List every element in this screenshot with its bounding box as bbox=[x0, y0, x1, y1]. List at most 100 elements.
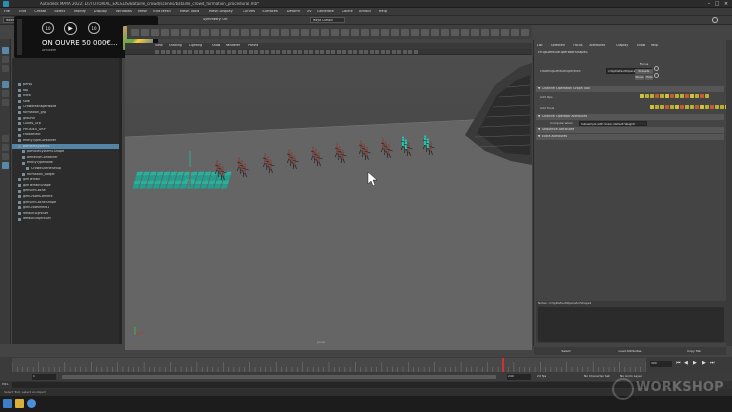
viewport-tool-icon[interactable] bbox=[204, 50, 209, 54]
menu-file[interactable]: File bbox=[4, 10, 10, 14]
viewport-tool-icon[interactable] bbox=[408, 50, 412, 54]
viewport-tool-icon[interactable] bbox=[221, 50, 225, 54]
shelf-tool-icon[interactable] bbox=[251, 29, 259, 36]
shelf-tool-icon[interactable] bbox=[231, 29, 239, 36]
collapse-arrow-icon[interactable]: ▼ bbox=[538, 128, 540, 131]
end-frame-field[interactable]: 240 bbox=[507, 374, 531, 380]
operator-node-icon[interactable] bbox=[640, 94, 644, 98]
shelf-tool-icon[interactable] bbox=[451, 29, 459, 36]
viewport-tool-icon[interactable] bbox=[270, 50, 275, 54]
operator-node-icon[interactable] bbox=[720, 105, 724, 109]
lasso-tool-icon[interactable] bbox=[2, 56, 9, 63]
operator-node-icon[interactable] bbox=[690, 105, 694, 109]
shelf-tool-icon[interactable] bbox=[441, 29, 449, 36]
menu-curves[interactable]: Curves bbox=[243, 10, 255, 14]
operator-node-icon[interactable] bbox=[685, 105, 689, 109]
collapse-arrow-icon[interactable]: ▼ bbox=[538, 87, 540, 90]
operator-node-icon[interactable] bbox=[645, 94, 649, 98]
operator-node-icon[interactable] bbox=[655, 94, 659, 98]
shelf-tool-icon[interactable] bbox=[421, 29, 429, 36]
ae-menu-help[interactable]: Help bbox=[651, 44, 658, 47]
viewport-tool-icon[interactable] bbox=[413, 50, 418, 54]
viewport-tool-icon[interactable] bbox=[386, 50, 390, 54]
viewport-tool-icon[interactable] bbox=[182, 50, 187, 54]
menu-arnold[interactable]: Arnold bbox=[359, 10, 371, 14]
shelf-tool-icon[interactable] bbox=[191, 29, 199, 36]
shelf-tool-icon[interactable] bbox=[181, 29, 189, 36]
step-forward-icon[interactable]: ▶ bbox=[702, 361, 706, 366]
viewport-tool-icon[interactable] bbox=[320, 50, 324, 54]
shelf-tool-icon[interactable] bbox=[301, 29, 309, 36]
section-header[interactable]: ▼ Channel Operator Attributes bbox=[536, 114, 724, 120]
select-button[interactable]: Select bbox=[536, 349, 596, 354]
select-node-icon-2[interactable] bbox=[654, 73, 659, 78]
operator-node-icon[interactable] bbox=[670, 94, 674, 98]
viewport-tool-icon[interactable] bbox=[303, 50, 308, 54]
shelf-tool-icon[interactable] bbox=[371, 29, 379, 36]
select-node-icon[interactable] bbox=[654, 66, 659, 71]
viewport-menu-lighting[interactable]: Lighting bbox=[189, 44, 202, 47]
shelf-tool-icon[interactable] bbox=[361, 29, 369, 36]
ae-menu-display[interactable]: Display bbox=[616, 44, 628, 47]
menu-select[interactable]: Select bbox=[54, 10, 65, 14]
viewport-tool-icon[interactable] bbox=[375, 50, 379, 54]
menu-create[interactable]: Create bbox=[34, 10, 46, 14]
viewport-tool-icon[interactable] bbox=[342, 50, 346, 54]
shelf-tool-icon[interactable] bbox=[171, 29, 179, 36]
menu-surfaces[interactable]: Surfaces bbox=[262, 10, 278, 14]
ae-menu-selected[interactable]: Selected bbox=[551, 44, 565, 47]
viewport-tool-icon[interactable] bbox=[358, 50, 363, 54]
mel-label[interactable]: MEL bbox=[2, 383, 9, 386]
menu-edit[interactable]: Edit bbox=[19, 10, 26, 14]
range-slider[interactable] bbox=[62, 375, 496, 379]
show-button[interactable]: Show bbox=[635, 75, 644, 80]
ae-menu-show[interactable]: Show bbox=[637, 44, 646, 47]
character-set-label[interactable]: No Character Set bbox=[584, 375, 610, 378]
close-icon[interactable]: × bbox=[722, 1, 730, 7]
ae-menu-attributes[interactable]: Attributes bbox=[589, 44, 605, 47]
viewport-tool-icon[interactable] bbox=[166, 50, 170, 54]
shelf-tool-icon[interactable] bbox=[431, 29, 439, 36]
outliner-layout-icon[interactable] bbox=[2, 162, 9, 169]
viewport-tool-icon[interactable] bbox=[232, 50, 236, 54]
shelf-tool-icon[interactable] bbox=[391, 29, 399, 36]
layout-side-icon[interactable] bbox=[2, 153, 9, 160]
viewport-tool-icon[interactable] bbox=[309, 50, 313, 54]
operator-node-icon[interactable] bbox=[695, 105, 699, 109]
operator-node-icon[interactable] bbox=[705, 94, 709, 98]
menu-deform[interactable]: Deform bbox=[287, 10, 300, 14]
shelf-tool-icon[interactable] bbox=[381, 29, 389, 36]
play-forward-icon[interactable]: ▶ bbox=[693, 361, 697, 366]
operator-node-icon[interactable] bbox=[655, 105, 659, 109]
shelf-tool-icon[interactable] bbox=[261, 29, 269, 36]
shelf-tool-icon[interactable] bbox=[481, 29, 489, 36]
shelf-tool-icon[interactable] bbox=[291, 29, 299, 36]
shelf-tool-icon[interactable] bbox=[331, 29, 339, 36]
focus-button[interactable]: Focus bbox=[634, 62, 654, 67]
search-icon[interactable] bbox=[712, 17, 718, 23]
operator-node-icon[interactable] bbox=[695, 94, 699, 98]
collapse-arrow-icon[interactable]: ▼ bbox=[538, 115, 540, 118]
shelf-tool-icon[interactable] bbox=[151, 29, 159, 36]
compute-dropdown[interactable]: Subsample with Scale (default Weight) bbox=[579, 121, 647, 126]
viewport-tool-icon[interactable] bbox=[259, 50, 264, 54]
shelf-tool-icon[interactable] bbox=[281, 29, 289, 36]
viewport-tool-icon[interactable] bbox=[276, 50, 280, 54]
menu-edit-mesh[interactable]: Edit Mesh bbox=[153, 10, 171, 14]
rewind-10-button[interactable]: 10 bbox=[42, 22, 54, 34]
mel-input[interactable] bbox=[12, 382, 672, 388]
viewport-tool-icon[interactable] bbox=[281, 50, 286, 54]
maximize-icon[interactable]: □ bbox=[713, 1, 721, 7]
load-attributes-button[interactable]: Load Attributes bbox=[600, 349, 660, 354]
go-end-icon[interactable]: ⏭ bbox=[710, 361, 715, 366]
operator-node-icon[interactable] bbox=[710, 105, 714, 109]
menu-help[interactable]: Help bbox=[379, 10, 387, 14]
viewport-tool-icon[interactable] bbox=[331, 50, 335, 54]
shelf-tool-icon[interactable] bbox=[321, 29, 329, 36]
menu-uv[interactable]: UV bbox=[307, 10, 312, 14]
operator-node-icon[interactable] bbox=[685, 94, 689, 98]
shelf-tool-icon[interactable] bbox=[211, 29, 219, 36]
outliner-item[interactable]: defaultObjectSet bbox=[12, 216, 122, 222]
menu-mesh-display[interactable]: Mesh Display bbox=[209, 10, 233, 14]
operator-node-icon[interactable] bbox=[675, 94, 679, 98]
